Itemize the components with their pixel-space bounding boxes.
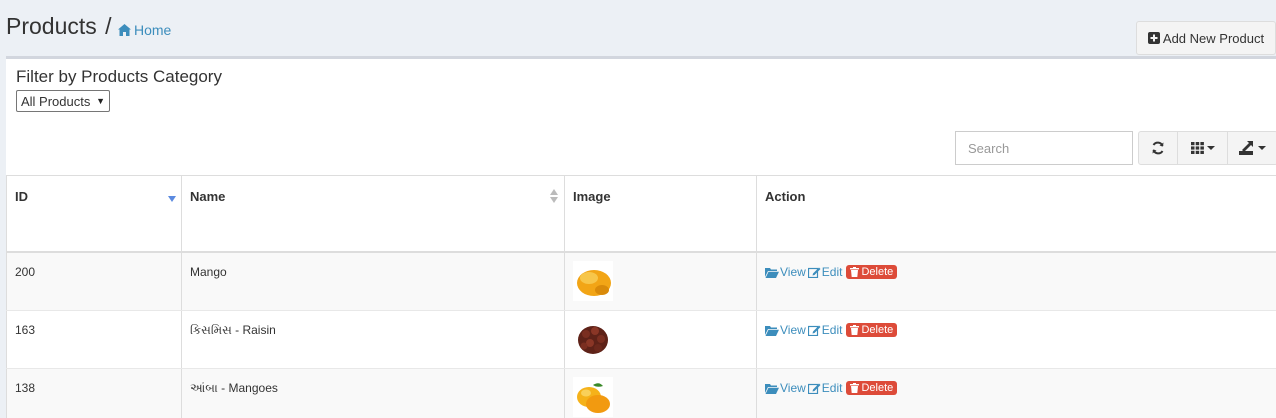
column-header-image: Image: [564, 176, 756, 251]
refresh-button[interactable]: [1138, 131, 1178, 165]
delete-label: Delete: [861, 266, 894, 278]
view-label: View: [780, 265, 806, 279]
mango-thumbnail: [573, 261, 613, 301]
add-new-product-label: Add New Product: [1162, 30, 1265, 46]
sort-icon: [550, 189, 558, 203]
view-label: View: [780, 381, 806, 395]
table-header-row: ID Name Image Action: [6, 176, 1276, 253]
breadcrumb[interactable]: Home: [118, 22, 171, 38]
view-link[interactable]: View: [765, 381, 806, 395]
column-header-name[interactable]: Name: [181, 176, 564, 251]
filter-label: Filter by Products Category: [16, 67, 222, 86]
row-image-cell: [564, 311, 756, 368]
table-row: 138 આંબા - Mangoes View Edit Delete: [6, 369, 1276, 418]
row-name: Mango: [181, 253, 564, 310]
home-icon: [118, 24, 131, 36]
edit-label: Edit: [821, 265, 843, 279]
row-name: કિસમિસ - Raisin: [181, 311, 564, 368]
export-icon: [1239, 141, 1253, 155]
mangoes-thumbnail: [573, 377, 613, 417]
edit-icon: [807, 325, 821, 336]
trash-icon: [850, 267, 860, 277]
column-header-action: Action: [756, 176, 1276, 251]
edit-link[interactable]: Edit: [807, 381, 843, 395]
view-link[interactable]: View: [765, 265, 806, 279]
add-new-product-button[interactable]: Add New Product: [1136, 21, 1276, 55]
chevron-down-icon: ▼: [96, 96, 105, 106]
trash-icon: [850, 383, 860, 393]
category-filter-value: All Products: [21, 93, 91, 109]
columns-toggle-button[interactable]: [1178, 131, 1228, 165]
delete-button[interactable]: Delete: [846, 381, 898, 395]
folder-open-icon: [765, 325, 779, 336]
page-title-text: Products: [6, 13, 97, 39]
row-actions: View Edit Delete: [756, 311, 1276, 368]
columns-grid-icon: [1190, 142, 1204, 154]
edit-label: Edit: [821, 323, 843, 337]
row-id: 163: [6, 311, 181, 368]
breadcrumb-home-link[interactable]: Home: [134, 22, 171, 38]
column-header-label: Name: [190, 189, 226, 204]
refresh-icon: [1152, 141, 1164, 155]
row-image-cell: [564, 369, 756, 418]
row-actions: View Edit Delete: [756, 253, 1276, 310]
folder-open-icon: [765, 267, 779, 278]
column-header-label: Image: [573, 189, 611, 204]
folder-open-icon: [765, 383, 779, 394]
column-header-label: Action: [765, 189, 806, 204]
row-id: 200: [6, 253, 181, 310]
edit-link[interactable]: Edit: [807, 323, 843, 337]
export-button[interactable]: [1228, 131, 1276, 165]
page-title: Products /: [6, 13, 118, 40]
column-header-id[interactable]: ID: [6, 176, 181, 251]
edit-icon: [807, 383, 821, 394]
category-filter-select[interactable]: All Products ▼: [16, 90, 110, 112]
plus-square-icon: [1147, 32, 1160, 44]
row-name: આંબા - Mangoes: [181, 369, 564, 418]
table-row: 163 કિસમિસ - Raisin View Edit Delete: [6, 311, 1276, 369]
view-label: View: [780, 323, 806, 337]
table-row: 200 Mango View Edit Delete: [6, 253, 1276, 311]
row-id: 138: [6, 369, 181, 418]
edit-link[interactable]: Edit: [807, 265, 843, 279]
title-separator: /: [105, 13, 112, 39]
delete-button[interactable]: Delete: [846, 265, 898, 279]
column-header-label: ID: [15, 189, 28, 204]
delete-label: Delete: [861, 324, 894, 336]
row-image-cell: [564, 253, 756, 310]
row-actions: View Edit Delete: [756, 369, 1276, 418]
edit-icon: [807, 267, 821, 278]
sort-desc-icon: [168, 196, 176, 202]
trash-icon: [850, 325, 860, 335]
delete-label: Delete: [861, 382, 894, 394]
raisin-thumbnail: [573, 319, 613, 359]
products-table: ID Name Image Action 200 Mango View Edit…: [6, 175, 1276, 418]
caret-down-icon: [1206, 146, 1215, 150]
edit-label: Edit: [821, 381, 843, 395]
table-toolbar: [1138, 131, 1276, 165]
search-input[interactable]: Search: [955, 131, 1133, 165]
view-link[interactable]: View: [765, 323, 806, 337]
products-panel: Filter by Products Category All Products…: [6, 56, 1276, 418]
delete-button[interactable]: Delete: [846, 323, 898, 337]
search-placeholder: Search: [968, 140, 1010, 156]
caret-down-icon: [1258, 146, 1266, 150]
